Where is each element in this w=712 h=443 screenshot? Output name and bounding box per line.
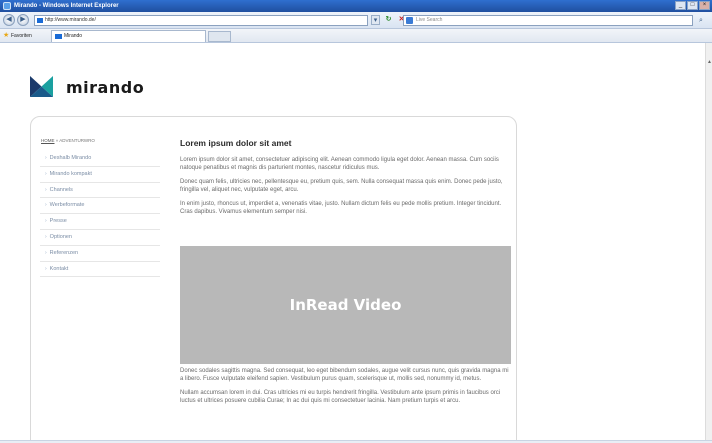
window-title: Mirando - Windows Internet Explorer [14,3,119,9]
chevron-right-icon: › [45,249,47,256]
chevron-right-icon: › [45,170,47,177]
chevron-right-icon: › [45,155,47,161]
address-input[interactable]: http://www.mirando.de/ [34,15,368,26]
favorites-button[interactable]: Favoriten [11,33,32,39]
address-tools: ▾ ↻ ✕ [371,15,406,25]
sidebar-item-label: Deshalb Mirando [49,155,92,161]
article-paragraph: In enim justo, rhoncus ut, imperdiet a, … [180,201,502,215]
sidebar-item-optionen[interactable]: › Optionen [40,230,160,246]
sidebar-item-deshalb-mirando[interactable]: › Deshalb Mirando [40,151,160,167]
tab-favicon-icon [55,34,62,39]
sidebar-item-referenzen[interactable]: › Referenzen [40,246,160,262]
article-paragraph: Lorem ipsum dolor sit amet, consectetuer… [180,157,499,171]
vertical-scrollbar[interactable]: ▲ [705,43,712,443]
sidebar-item-label: Mirando kompakt [49,170,92,177]
address-url: http://www.mirando.de/ [45,17,96,23]
article-continued: Donec sodales sagittis magna. Sed conseq… [180,368,512,412]
article: Lorem ipsum dolor sit amet Lorem ipsum d… [180,138,512,224]
chevron-right-icon: › [45,265,47,272]
tab-mirando[interactable]: Mirando [51,30,206,42]
favorites-bar: ★ Favoriten Mirando [0,29,712,43]
sidebar-item-kontakt[interactable]: › Kontakt [40,262,160,278]
sidebar-item-label: Presse [49,218,67,225]
sidebar-nav: › Deshalb Mirando › Mirando kompakt › Chann… [40,151,160,278]
maximize-button[interactable]: □ [687,1,698,10]
close-button[interactable]: × [699,1,710,10]
scroll-up-icon[interactable]: ▲ [707,59,712,65]
address-dropdown-icon[interactable]: ▾ [371,15,380,25]
article-paragraph: Donec sodales sagittis magna. Sed conseq… [180,368,509,382]
chevron-right-icon: › [45,233,47,240]
back-button[interactable]: ◀ [3,14,15,26]
sidebar-item-label: Kontakt [49,265,69,272]
chevron-right-icon: › [45,218,47,225]
sidebar-item-label: Channels [49,186,73,193]
sidebar-item-mirando-kompakt[interactable]: › Mirando kompakt [40,167,160,183]
search-icon[interactable]: ⌕ [695,15,707,26]
article-title: Lorem ipsum dolor sit amet [180,138,292,148]
sidebar-item-label: Werbeformate [49,202,85,209]
minimize-button[interactable]: _ [675,1,686,10]
search-placeholder: Live Search [416,17,443,23]
forward-button[interactable]: ▶ [17,14,29,26]
sidebar-item-presse[interactable]: › Presse [40,214,160,230]
sidebar-item-label: Optionen [49,233,72,240]
breadcrumb: HOME » ADVENTURWRO [41,138,95,143]
ie-app-icon [3,2,11,10]
video-label: InRead Video [289,296,402,314]
sidebar-item-channels[interactable]: › Channels [40,183,160,199]
window-titlebar: Mirando - Windows Internet Explorer _ □ … [0,0,712,12]
chevron-right-icon: › [45,186,47,193]
sidebar-item-label: Referenzen [49,249,79,256]
breadcrumb-home-link[interactable]: HOME [41,138,55,143]
logo-text: mirando [66,78,145,97]
refresh-icon[interactable]: ↻ [384,15,393,25]
window-controls: _ □ × [675,1,710,11]
chevron-right-icon: › [45,202,47,209]
mirando-logo-icon [30,76,53,97]
sidebar-item-werbeformate[interactable]: › Werbeformate [40,198,160,215]
breadcrumb-current: ADVENTURWRO [59,138,95,143]
page-favicon-icon [37,18,43,23]
search-input[interactable]: Live Search [403,15,693,26]
address-toolbar: ◀ ▶ http://www.mirando.de/ ▾ ↻ ✕ Live Se… [0,12,712,29]
live-search-icon [406,17,413,24]
tab-title: Mirando [64,33,83,39]
inread-video-player[interactable]: InRead Video [180,246,511,364]
new-tab-button[interactable] [208,31,231,42]
article-paragraph: Donec quam felis, ultricies nec, pellent… [180,179,503,193]
article-paragraph: Nullam accumsan lorem in dui. Cras ultri… [180,390,501,404]
favorites-star-icon[interactable]: ★ [3,32,9,40]
